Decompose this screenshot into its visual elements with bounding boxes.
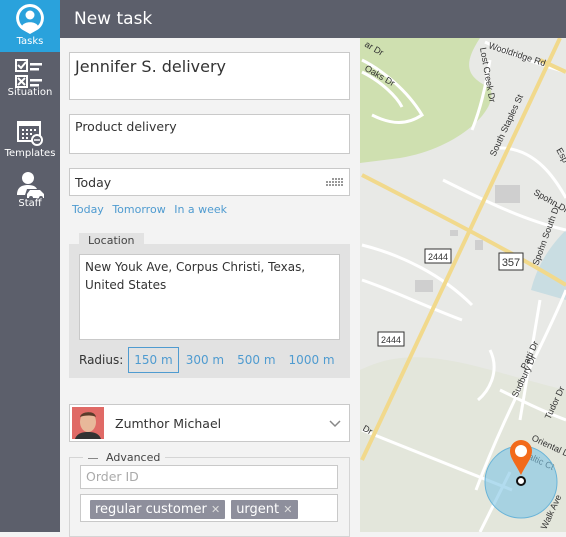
tag-regular-customer: regular customer ✕ [90,500,226,519]
address-input[interactable]: New Youk Ave, Corpus Christi, Texas, Uni… [79,254,340,340]
radius-option-500[interactable]: 500 m [231,347,281,373]
calendar-grid-icon[interactable] [326,178,344,186]
route-shield-2444: 2444 [424,248,452,264]
sidebar: Tasks Situation Templates Staff [0,0,60,532]
remove-tag-icon[interactable]: ✕ [283,503,292,516]
page-title: New task [60,0,566,38]
radius-option-1000[interactable]: 1000 m [283,347,341,373]
advanced-label: Advanced [106,451,161,464]
route-shield-357: 357 [498,252,524,271]
svg-text:357: 357 [502,257,520,269]
date-shortcut-tomorrow[interactable]: Tomorrow [112,203,165,216]
svg-text:2444: 2444 [428,252,448,262]
radius-option-300[interactable]: 300 m [180,347,230,373]
advanced-toggle[interactable]: Advanced [83,451,166,464]
order-id-input[interactable]: Order ID [80,465,338,489]
user-pin-icon [16,4,44,34]
date-input[interactable]: Today [69,168,350,196]
location-tab: Location [79,233,144,247]
task-description-input[interactable]: Product delivery [69,114,350,154]
sidebar-item-label: Staff [18,198,42,209]
date-shortcut-today[interactable]: Today [72,203,104,216]
sidebar-item-label: Situation [7,87,53,98]
sidebar-item-label: Templates [4,148,56,159]
date-shortcuts: Today Tomorrow In a week [72,203,232,216]
sidebar-item-situation[interactable]: Situation [0,54,60,106]
staff-name: Zumthor Michael [115,416,222,431]
map[interactable]: Wooldridge Rd Lost Creek Dr South Staple… [360,38,566,532]
chevron-down-icon [329,420,341,428]
checklist-icon [15,59,42,88]
sidebar-item-tasks[interactable]: Tasks [0,0,60,52]
svg-text:2444: 2444 [381,335,401,345]
sidebar-item-label: Tasks [16,36,44,47]
sidebar-item-templates[interactable]: Templates [0,114,60,166]
staff-select[interactable]: Zumthor Michael [69,404,350,442]
date-value: Today [75,175,112,190]
radius-option-150[interactable]: 150 m [128,347,179,373]
task-title-input[interactable]: Jennifer S. delivery [69,52,350,100]
remove-tag-icon[interactable]: ✕ [211,503,220,516]
tags-input[interactable]: regular customer ✕ urgent ✕ [80,494,338,522]
sidebar-item-staff[interactable]: Staff [0,166,60,218]
route-shield-2444: 2444 [377,331,405,347]
tag-urgent: urgent ✕ [231,500,298,519]
map-label: Wooldridge Rd [487,40,547,68]
calendar-icon [17,121,43,146]
driver-icon [17,172,44,200]
date-shortcut-week[interactable]: In a week [174,203,227,216]
avatar [72,407,104,439]
radius-label: Radius: [79,353,124,367]
radius-selector: Radius: 150 m 300 m 500 m 1000 m [79,347,342,373]
collapse-icon [88,457,98,459]
order-id-placeholder: Order ID [86,469,139,484]
map-label: Esp [554,146,566,164]
